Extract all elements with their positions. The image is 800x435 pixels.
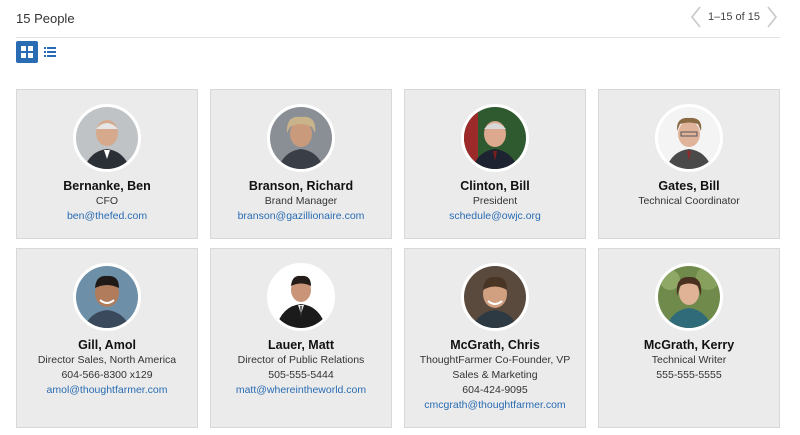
people-header: 15 People 1–15 of 15 [16,0,780,38]
person-card[interactable]: McGrath, Kerry Technical Writer 555-555-… [598,248,780,428]
person-email[interactable]: amol@thoughtfarmer.com [17,383,197,398]
person-photo [270,266,332,328]
person-card[interactable]: Gill, Amol Director Sales, North America… [16,248,198,428]
person-card[interactable]: McGrath, Chris ThoughtFarmer Co-Founder,… [404,248,586,428]
avatar[interactable] [267,104,335,172]
person-card[interactable]: Clinton, Bill President schedule@owjc.or… [404,89,586,239]
person-photo [76,266,138,328]
avatar[interactable] [655,263,723,331]
person-name[interactable]: McGrath, Kerry [599,337,779,353]
avatar[interactable] [73,104,141,172]
person-title: ThoughtFarmer Co-Founder, VP [419,354,571,366]
person-name[interactable]: Branson, Richard [211,178,391,194]
person-title: President [472,195,518,207]
person-email[interactable]: matt@whereintheworld.com [211,383,391,398]
person-title: Technical Writer [651,354,727,366]
person-name[interactable]: Clinton, Bill [405,178,585,194]
person-photo [658,107,720,169]
person-card[interactable]: Gates, Bill Technical Coordinator [598,89,780,239]
person-title: CFO [95,195,119,207]
chevron-right-icon [767,6,778,28]
person-phone: 555-555-5555 [656,369,722,381]
person-name[interactable]: Lauer, Matt [211,337,391,353]
person-email[interactable]: cmcgrath@thoughtfarmer.com [405,398,585,413]
grid-view-button[interactable] [16,41,38,63]
pagination: 1–15 of 15 [688,4,780,30]
person-email[interactable]: ben@thefed.com [17,209,197,224]
person-title: Director Sales, North America [37,354,177,366]
avatar[interactable] [461,263,529,331]
person-title: Brand Manager [264,195,338,207]
prev-page-button[interactable] [688,4,704,30]
person-name[interactable]: Bernanke, Ben [17,178,197,194]
list-view-button[interactable] [39,41,61,63]
person-phone: 505-555-5444 [268,369,334,381]
person-card[interactable]: Branson, Richard Brand Manager branson@g… [210,89,392,239]
avatar[interactable] [461,104,529,172]
avatar[interactable] [267,263,335,331]
person-title: Director of Public Relations [237,354,365,366]
person-email[interactable]: branson@gazillionaire.com [211,209,391,224]
person-photo [658,266,720,328]
person-name[interactable]: Gill, Amol [17,337,197,353]
person-email[interactable]: schedule@owjc.org [405,209,585,224]
people-count: 15 People [16,11,75,26]
person-title: Technical Coordinator [638,195,740,207]
person-photo [270,107,332,169]
grid-icon [21,46,33,58]
person-phone: 604-424-9095 [462,384,528,396]
next-page-button[interactable] [764,4,780,30]
person-card[interactable]: Bernanke, Ben CFO ben@thefed.com [16,89,198,239]
person-photo [464,266,526,328]
avatar[interactable] [73,263,141,331]
avatar[interactable] [655,104,723,172]
person-card[interactable]: Lauer, Matt Director of Public Relations… [210,248,392,428]
person-title-cont: Sales & Marketing [452,369,538,381]
view-toggle [16,41,61,63]
person-photo [464,107,526,169]
person-name[interactable]: Gates, Bill [599,178,779,194]
pagination-label: 1–15 of 15 [708,11,760,23]
person-photo [76,107,138,169]
chevron-left-icon [690,6,701,28]
people-grid: Bernanke, Ben CFO ben@thefed.com Branson… [16,89,780,428]
person-phone: 604-566-8300 x129 [61,369,153,381]
person-name[interactable]: McGrath, Chris [405,337,585,353]
list-icon [44,47,56,57]
